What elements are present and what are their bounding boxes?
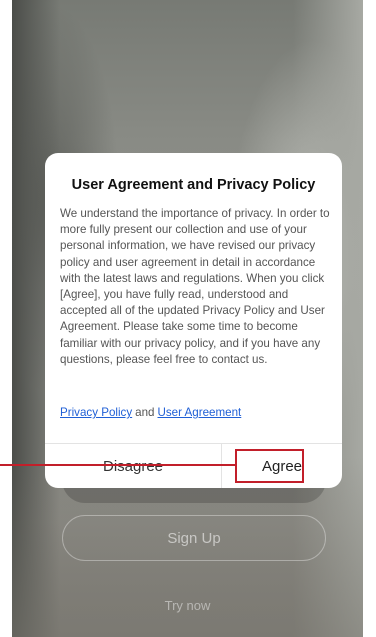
links-and-text: and — [135, 406, 155, 419]
annotation-highlight-box — [235, 449, 304, 483]
policy-links: Privacy Policy and User Agreement — [60, 406, 241, 419]
disagree-button-label: Disagree — [102, 457, 164, 475]
privacy-dialog: User Agreement and Privacy Policy We und… — [45, 153, 342, 488]
annotation-pointer-line — [0, 464, 235, 466]
dialog-title: User Agreement and Privacy Policy — [71, 177, 316, 193]
dialog-body-text: We understand the importance of privacy.… — [60, 207, 330, 366]
sign-up-button-label: Sign Up — [167, 529, 221, 547]
try-now-link[interactable]: Try now — [12, 598, 363, 613]
sign-up-button[interactable]: Sign Up — [62, 515, 326, 561]
user-agreement-link[interactable]: User Agreement — [158, 406, 242, 419]
try-now-label: Try now — [164, 598, 211, 613]
privacy-policy-link[interactable]: Privacy Policy — [60, 406, 132, 419]
disagree-button[interactable]: Disagree — [45, 444, 221, 488]
